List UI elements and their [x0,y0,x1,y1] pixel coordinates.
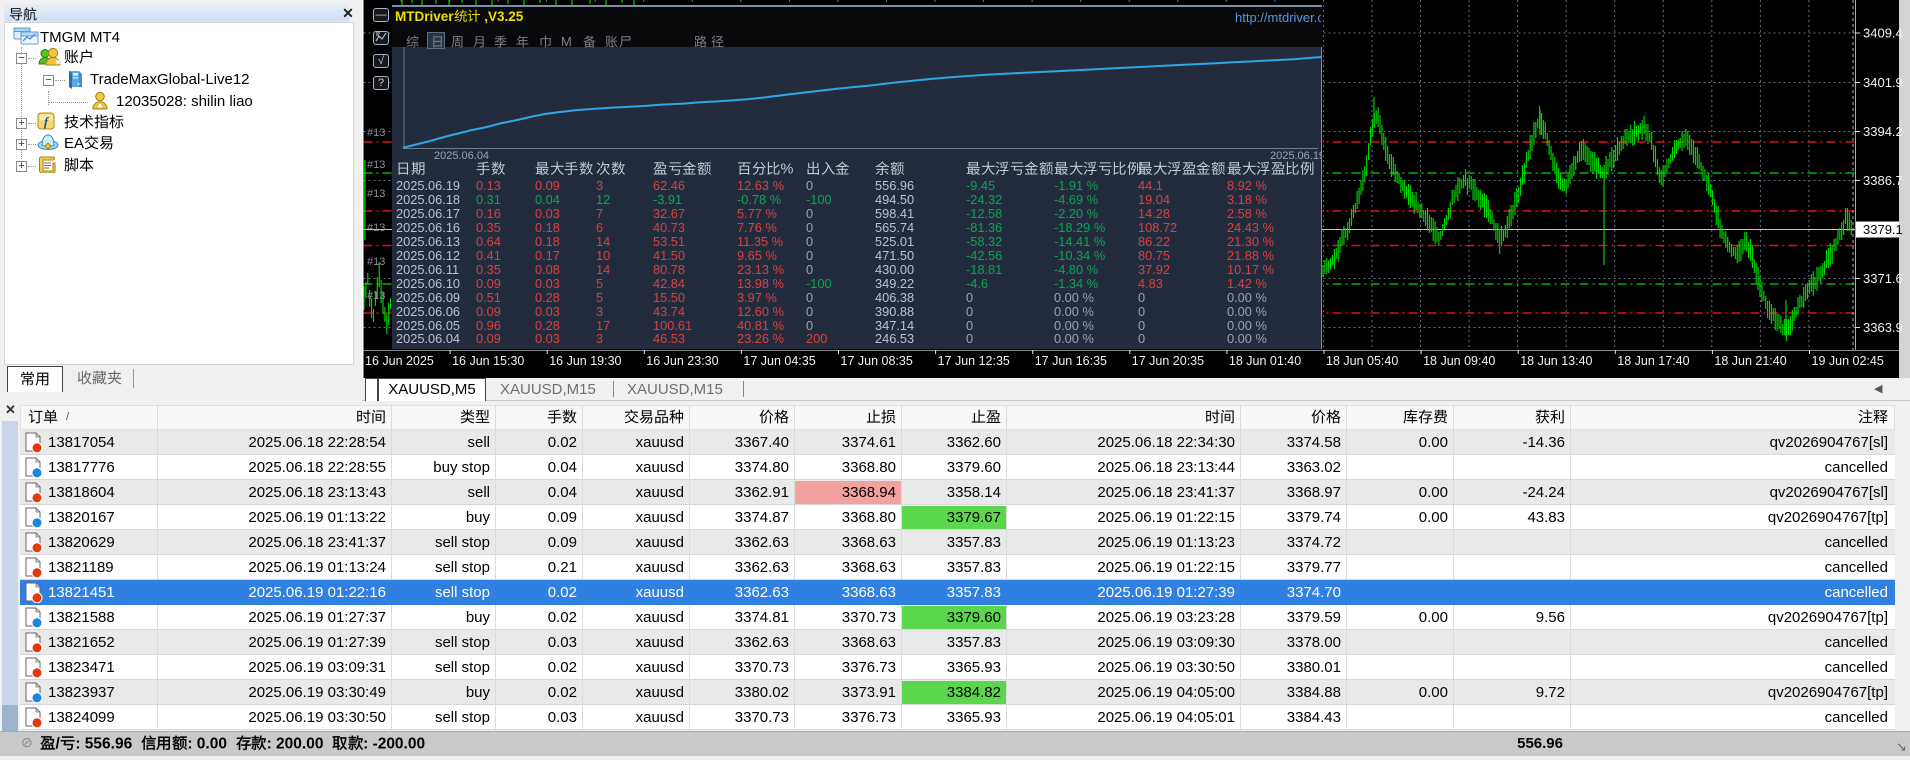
svg-text:17 Jun 04:35: 17 Jun 04:35 [743,354,815,368]
svg-text:#13: #13 [367,256,385,268]
svg-text:#13: #13 [367,290,385,302]
svg-text:18 Jun 09:40: 18 Jun 09:40 [1423,354,1495,368]
svg-text:17 Jun 16:35: 17 Jun 16:35 [1035,354,1107,368]
svg-text:16 Jun 15:30: 16 Jun 15:30 [452,354,524,368]
svg-text:3379.1: 3379.1 [1863,222,1903,237]
svg-text:3394.2: 3394.2 [1863,124,1903,139]
svg-text:#13: #13 [367,222,385,234]
svg-text:3409.4: 3409.4 [1863,26,1903,41]
svg-text:18 Jun 13:40: 18 Jun 13:40 [1520,354,1592,368]
svg-text:16 Jun 2025: 16 Jun 2025 [365,354,434,368]
svg-text:3386.7: 3386.7 [1863,173,1903,188]
svg-text:3371.6: 3371.6 [1863,271,1903,286]
svg-text:17 Jun 20:35: 17 Jun 20:35 [1132,354,1204,368]
svg-text:3401.9: 3401.9 [1863,75,1903,90]
svg-text:16 Jun 23:30: 16 Jun 23:30 [646,354,718,368]
svg-text:17 Jun 12:35: 17 Jun 12:35 [938,354,1010,368]
svg-text:3363.9: 3363.9 [1863,320,1903,335]
svg-text:#13: #13 [367,159,385,171]
svg-text:18 Jun 17:40: 18 Jun 17:40 [1617,354,1689,368]
svg-text:18 Jun 21:40: 18 Jun 21:40 [1714,354,1786,368]
svg-text:#13: #13 [367,188,385,200]
svg-text:18 Jun 05:40: 18 Jun 05:40 [1326,354,1398,368]
svg-text:16 Jun 19:30: 16 Jun 19:30 [549,354,621,368]
svg-text:#13: #13 [367,127,385,139]
svg-text:19 Jun 02:45: 19 Jun 02:45 [1812,354,1884,368]
svg-text:17 Jun 08:35: 17 Jun 08:35 [841,354,913,368]
svg-text:18 Jun 01:40: 18 Jun 01:40 [1229,354,1301,368]
